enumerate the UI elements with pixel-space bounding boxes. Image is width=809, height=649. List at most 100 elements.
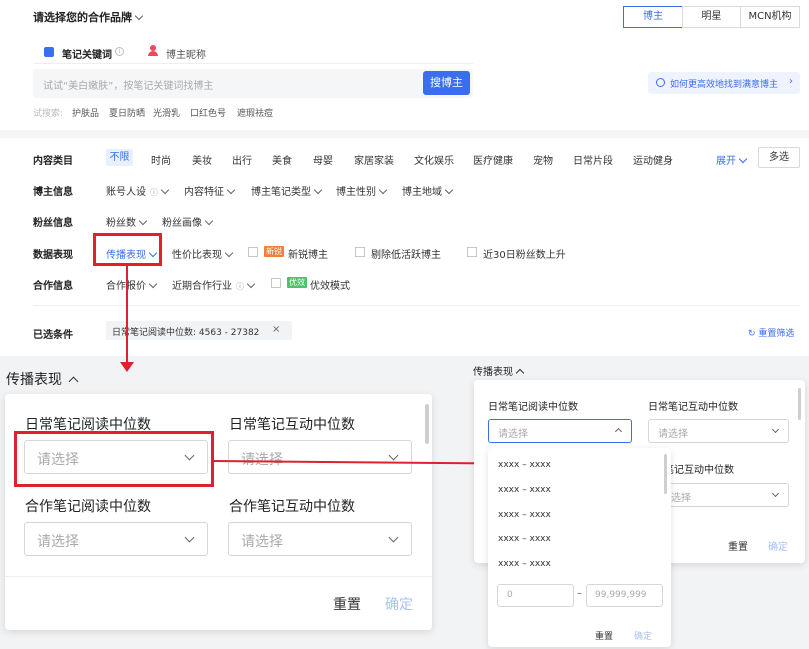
help-link[interactable]: 如何更高效地找到满意博主 › (648, 72, 800, 94)
blogger-filter[interactable]: 博主性别 (336, 183, 388, 198)
fans-filter[interactable]: 粉丝画像 (162, 214, 214, 229)
tab-note-keyword[interactable]: 笔记关键词 (62, 46, 112, 61)
category-item[interactable]: 运动健身 (633, 152, 673, 167)
category-item[interactable]: 家居家装 (354, 152, 394, 167)
filter-label: 粉丝画像 (162, 218, 202, 229)
search-box[interactable]: 试试“美白嫩肤”，按笔记关键词找博主 (33, 69, 473, 98)
category-item[interactable]: 美食 (272, 152, 292, 167)
range-dash: – (577, 588, 582, 599)
close-icon[interactable]: × (272, 324, 280, 335)
confirm-button[interactable]: 确定 (385, 594, 413, 614)
daily-interact-select[interactable]: 请选择 (228, 440, 412, 474)
category-item[interactable]: 美妆 (192, 152, 212, 167)
field-label: 日常笔记互动中位数 (229, 417, 355, 433)
efficient-checkbox[interactable] (271, 278, 281, 288)
reset-filter-button[interactable]: ↻ 重置筛选 (748, 326, 794, 339)
fans-filter[interactable]: 粉丝数 (106, 214, 148, 229)
reset-button[interactable]: 重置 (333, 594, 361, 614)
scrollbar[interactable] (798, 388, 801, 420)
placeholder: 0 (507, 590, 513, 600)
reset-button[interactable]: 重置 (728, 538, 748, 553)
row-label-coop: 合作信息 (33, 281, 73, 292)
blogger-filter[interactable]: 内容特征 (184, 183, 236, 198)
new-blogger-checkbox[interactable] (248, 247, 258, 257)
help-link-label: 如何更高效地找到满意博主 (670, 80, 779, 90)
category-item[interactable]: 母婴 (313, 152, 333, 167)
filter-label: 博主地域 (402, 187, 442, 198)
category-item[interactable]: 宠物 (533, 152, 553, 167)
category-item[interactable]: 日常片段 (573, 152, 613, 167)
scrollbar[interactable] (664, 454, 667, 494)
blogger-filter[interactable]: 博主地域 (402, 183, 454, 198)
coop-interact-select[interactable]: 请选择 (228, 522, 412, 556)
user-icon (148, 45, 158, 56)
chevron-up-icon (614, 427, 623, 436)
scrollbar[interactable] (425, 404, 429, 444)
try-item[interactable]: 遮瑕祛痘 (237, 106, 273, 119)
dropdown-option[interactable]: xxxx – xxxx (498, 534, 551, 544)
try-item[interactable]: 光滑乳 (153, 106, 180, 119)
chevron-right-icon: › (789, 76, 793, 87)
expand-label: 展开 (716, 156, 736, 167)
dropdown-option[interactable]: xxxx – xxxx (498, 510, 551, 520)
chevron-up-icon (68, 376, 79, 387)
cost-performance-filter[interactable]: 性价比表现 (172, 246, 234, 261)
zoom-right-title[interactable]: 传播表现 (473, 363, 525, 378)
segment-mcn[interactable]: MCN机构 (740, 6, 800, 28)
daily-read-select-open[interactable]: 请选择 (488, 419, 632, 443)
filter-label: 内容特征 (184, 187, 224, 198)
category-all[interactable]: 不限 (106, 149, 133, 166)
blogger-filter[interactable]: 账号人设 ⓘ (106, 183, 170, 198)
expand-button[interactable]: 展开 (716, 152, 748, 167)
chevron-down-icon (388, 532, 399, 543)
low-active-label: 剔除低活跃博主 (371, 250, 441, 261)
filter-label: 博主笔记类型 (251, 187, 311, 198)
daily-interact-select[interactable]: 请选择 (648, 419, 789, 443)
chevron-down-icon (313, 185, 323, 195)
multi-select-button[interactable]: 多选 (758, 147, 800, 168)
max-input[interactable]: 99,999,999 (586, 584, 663, 607)
brand-select[interactable]: 请选择您的合作品牌 (33, 9, 144, 25)
dropdown-option[interactable]: xxxx – xxxx (498, 485, 551, 495)
coop-filter[interactable]: 近期合作行业 ⓘ (172, 277, 256, 292)
blogger-filter[interactable]: 博主笔记类型 (251, 183, 323, 198)
tab-blogger-nickname[interactable]: 博主昵称 (166, 46, 206, 61)
selected-tag[interactable]: 日常笔记阅读中位数: 4563 - 27382 × (106, 321, 292, 340)
search-input[interactable]: 试试“美白嫩肤”，按笔记关键词找博主 (43, 77, 213, 92)
dropdown-option[interactable]: xxxx – xxxx (498, 559, 551, 569)
placeholder: 请选择 (241, 449, 283, 469)
highlight-box (93, 233, 162, 266)
coop-filter[interactable]: 合作报价 (106, 277, 158, 292)
divider (33, 305, 800, 306)
segment-blogger[interactable]: 博主 (623, 6, 683, 28)
fans-up-checkbox[interactable] (467, 247, 477, 257)
category-item[interactable]: 文化娱乐 (414, 152, 454, 167)
zoom-left-title[interactable]: 传播表现 (6, 369, 79, 389)
placeholder: 选择 (671, 493, 691, 504)
category-item[interactable]: 出行 (232, 152, 252, 167)
min-input[interactable]: 0 (497, 584, 574, 607)
category-item[interactable]: 医疗健康 (473, 152, 513, 167)
try-item[interactable]: 口红色号 (190, 106, 226, 119)
highlight-box (14, 431, 214, 487)
coop-read-select[interactable]: 请选择 (24, 522, 208, 556)
segment-star[interactable]: 明星 (682, 6, 741, 28)
dropdown-option[interactable]: xxxx – xxxx (498, 460, 551, 470)
search-button[interactable]: 搜博主 (423, 71, 470, 95)
chevron-down-icon (771, 425, 780, 434)
chevron-down-icon (224, 248, 234, 258)
confirm-button[interactable]: 确定 (768, 538, 788, 553)
dropdown-confirm-button[interactable]: 确定 (634, 629, 652, 642)
category-item[interactable]: 时尚 (151, 152, 171, 167)
dropdown-reset-button[interactable]: 重置 (595, 629, 613, 642)
low-active-checkbox[interactable] (355, 247, 365, 257)
chevron-down-icon (184, 532, 195, 543)
info-icon: ⓘ (150, 188, 158, 197)
chevron-down-icon (738, 154, 748, 164)
try-item[interactable]: 护肤品 (72, 106, 99, 119)
placeholder: 请选择 (241, 534, 283, 550)
row-label-blogger: 博主信息 (33, 187, 73, 198)
section-divider (0, 130, 809, 138)
chevron-up-icon (515, 368, 525, 378)
try-item[interactable]: 夏日防晒 (109, 106, 145, 119)
